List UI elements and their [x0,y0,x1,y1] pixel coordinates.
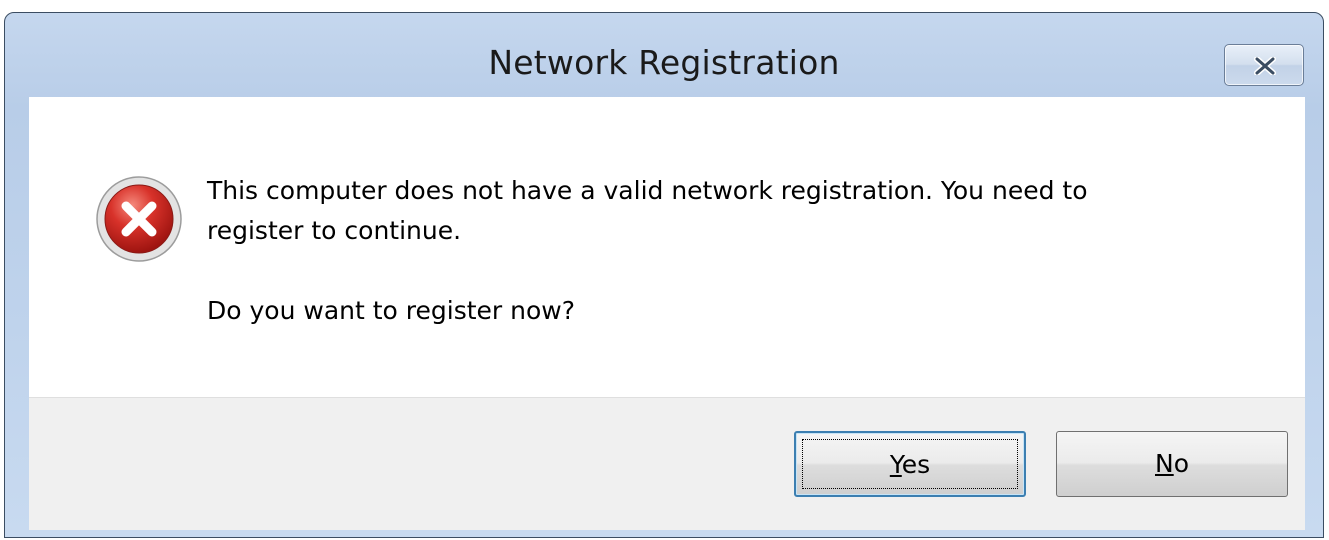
close-button[interactable] [1224,44,1304,86]
title-bar[interactable]: Network Registration [5,13,1323,99]
no-label-rest: o [1173,449,1189,478]
yes-button-label: Yes [796,450,1024,479]
message-line-1: This computer does not have a valid netw… [207,176,1088,205]
no-button-label: No [1057,449,1287,478]
message-line-2: register to continue. [207,216,462,245]
no-button[interactable]: No [1056,431,1288,497]
no-accelerator: N [1155,449,1174,478]
message-question: Do you want to register now? [207,296,575,325]
window-title: Network Registration [488,43,840,82]
yes-accelerator: Y [889,450,902,479]
yes-label-rest: es [901,450,931,479]
message-text: This computer does not have a valid netw… [207,171,1267,331]
button-bar: Yes No [29,397,1305,530]
message-area: This computer does not have a valid netw… [29,97,1305,397]
close-icon [1254,57,1276,75]
yes-button[interactable]: Yes [794,431,1026,497]
dialog-content: This computer does not have a valid netw… [29,97,1305,530]
dialog-window: Network Registration This computer does … [4,12,1324,538]
error-icon [96,176,182,262]
